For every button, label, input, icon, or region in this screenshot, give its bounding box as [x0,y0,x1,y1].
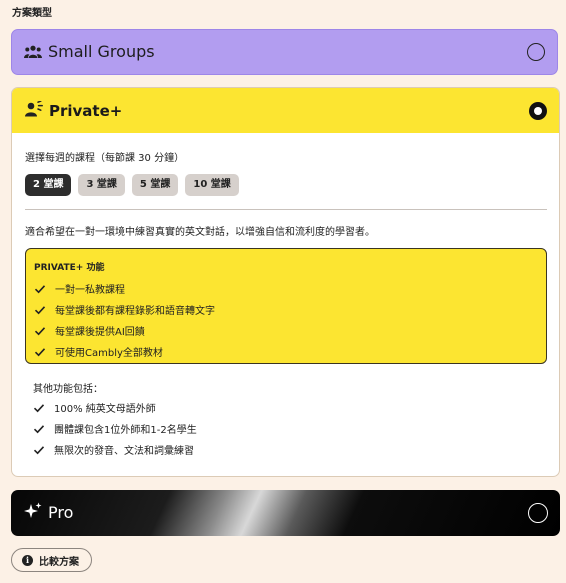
plan-label: Small Groups [48,42,155,61]
feature-text: 每堂課後都有課程錄影和語音轉文字 [55,306,215,317]
feature-text: 可使用Cambly全部教材 [55,348,163,359]
plan-radio[interactable] [528,503,548,523]
divider [25,209,547,210]
feature-text: 一對一私教課程 [55,285,125,296]
lesson-chip-10[interactable]: 10 堂課 [185,174,239,196]
plan-label: Pro [48,503,74,522]
check-icon [33,445,45,454]
compare-plans-button[interactable]: i 比較方案 [11,548,92,572]
extra-feature-text: 團體課包含1位外師和1-2名學生 [54,425,197,436]
plan-option-pro[interactable]: Pro [11,490,560,536]
person-speaking-icon [25,100,43,121]
plan-label: Private+ [49,102,123,120]
extra-feature-item: 團體課包含1位外師和1-2名學生 [33,418,197,439]
plan-description: 適合希望在一對一環境中練習真實的英文對話，以增強自信和流利度的學習者。 [25,227,375,238]
feature-text: 每堂課後提供AI回饋 [55,327,145,338]
check-icon [34,326,46,335]
feature-list: 一對一私教課程 每堂課後都有課程錄影和語音轉文字 每堂課後提供AI回饋 可使用C… [34,278,215,362]
plan-radio[interactable] [527,43,545,61]
sparkle-icon [23,502,43,526]
lesson-chip-3[interactable]: 3 堂課 [78,174,125,196]
section-title: 方案類型 [12,8,52,19]
extra-feature-item: 無限次的發音、文法和詞彙練習 [33,439,197,460]
group-icon [24,44,42,63]
extra-feature-list: 100% 純英文母語外師 團體課包含1位外師和1-2名學生 無限次的發音、文法和… [33,397,197,460]
feature-item: 可使用Cambly全部教材 [34,341,215,362]
plan-radio-selected[interactable] [529,102,547,120]
check-icon [34,284,46,293]
compare-plans-label: 比較方案 [39,556,79,568]
lesson-count-options: 2 堂課 3 堂課 5 堂課 10 堂課 [25,174,239,196]
check-icon [33,424,45,433]
plan-header[interactable]: Private+ [12,88,559,133]
lesson-chip-5[interactable]: 5 堂課 [131,174,179,196]
check-icon [34,305,46,314]
lesson-chip-2[interactable]: 2 堂課 [25,174,72,196]
weekly-lessons-label: 選擇每週的課程（每節課 30 分鐘） [25,153,185,164]
extra-features-title: 其他功能包括： [33,384,103,395]
features-title: PRIVATE+ 功能 [34,263,105,273]
check-icon [34,347,46,356]
features-box: PRIVATE+ 功能 一對一私教課程 每堂課後都有課程錄影和語音轉文字 每堂課… [25,248,547,364]
feature-item: 每堂課後提供AI回饋 [34,320,215,341]
extra-feature-text: 無限次的發音、文法和詞彙練習 [54,446,194,457]
plan-option-small-groups[interactable]: Small Groups [11,29,558,75]
extra-feature-item: 100% 純英文母語外師 [33,397,197,418]
info-icon: i [22,554,33,566]
feature-item: 每堂課後都有課程錄影和語音轉文字 [34,299,215,320]
plan-option-private-plus[interactable]: Private+ 選擇每週的課程（每節課 30 分鐘） 2 堂課 3 堂課 5 … [11,87,560,477]
check-icon [33,403,45,412]
feature-item: 一對一私教課程 [34,278,215,299]
extra-feature-text: 100% 純英文母語外師 [54,404,156,415]
